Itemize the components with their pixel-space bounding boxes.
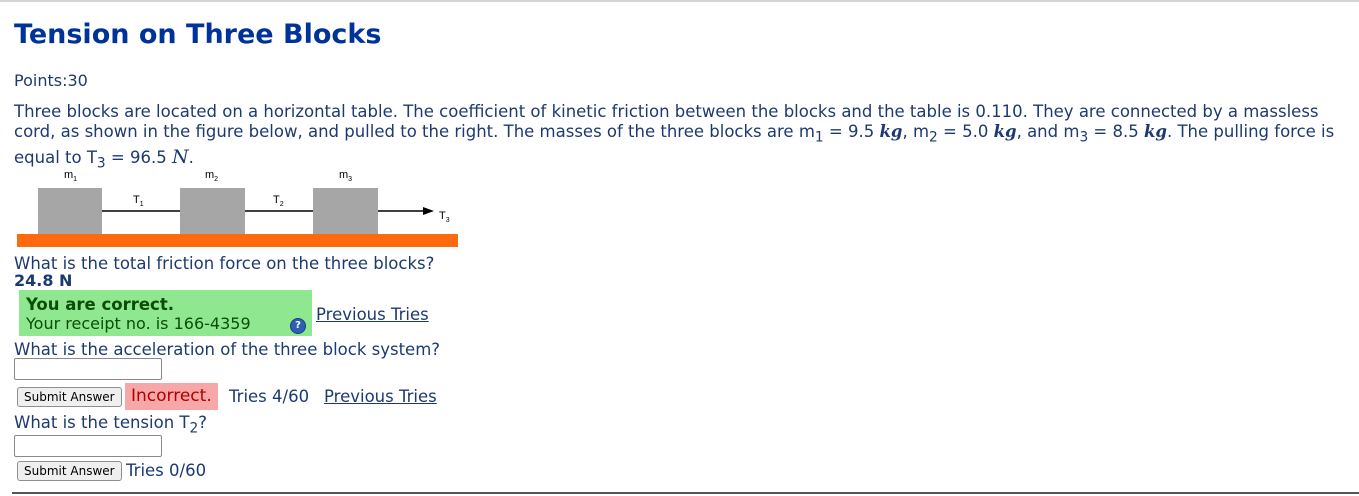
receipt-number: Your receipt no. is 166-4359 [26, 314, 251, 333]
tension-answer-input[interactable] [14, 435, 162, 457]
question-1-text: What is the total friction force on the … [14, 254, 435, 273]
mass-label-3: m3 [339, 169, 352, 183]
tries-counter-2: Tries 4/60 [229, 387, 310, 406]
block-m1 [38, 188, 102, 234]
tension-label-3: T3 [439, 210, 450, 224]
previous-tries-link-2[interactable]: Previous Tries [324, 387, 437, 406]
acceleration-answer-input[interactable] [14, 358, 162, 380]
pull-arrowhead [423, 207, 434, 215]
previous-tries-link-1[interactable]: Previous Tries [316, 305, 429, 324]
page-title: Tension on Three Blocks [14, 19, 382, 50]
mass-label-2: m2 [205, 169, 218, 183]
tries-counter-3: Tries 0/60 [126, 461, 207, 480]
bottom-divider [12, 492, 1359, 494]
incorrect-status-badge: Incorrect. [125, 383, 218, 410]
points-label: Points:30 [14, 71, 88, 90]
correct-feedback-box: You are correct. Your receipt no. is 166… [19, 290, 312, 336]
block-m3 [313, 188, 378, 234]
submit-answer-button-3[interactable]: Submit Answer [17, 461, 122, 481]
mass-label-1: m1 [64, 169, 77, 183]
correct-status: You are correct. [26, 295, 174, 314]
problem-statement: Three blocks are located on a horizontal… [14, 102, 1335, 172]
question-2-text: What is the acceleration of the three bl… [14, 340, 441, 359]
question-1-answer: 24.8 N [14, 271, 73, 290]
tension-label-2: T2 [273, 194, 284, 208]
question-mark-icon[interactable]: ? [290, 318, 306, 334]
three-blocks-figure: m1 m2 m3 T1 T2 T3 [17, 169, 458, 247]
question-3-text: What is the tension T2? [14, 413, 207, 437]
top-divider [0, 0, 1359, 2]
block-m2 [180, 188, 245, 234]
table-surface [17, 234, 458, 247]
tension-label-1: T1 [133, 194, 144, 208]
submit-answer-button-2[interactable]: Submit Answer [17, 387, 122, 407]
